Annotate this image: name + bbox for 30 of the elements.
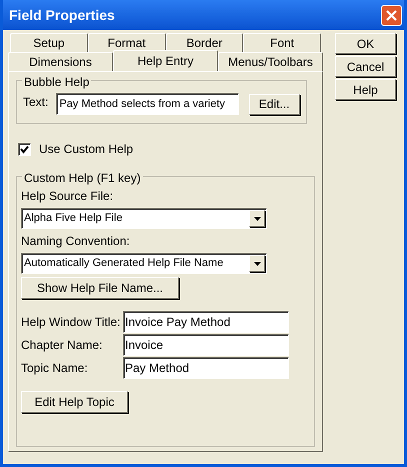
dialog-button[interactable]: OK [335,33,396,54]
edit-button[interactable]: Edit... [248,94,300,114]
field-label: Naming Convention: [21,233,131,250]
field-label: Text: [23,94,48,111]
dialog-button[interactable]: Help [335,79,396,100]
close-button[interactable] [381,4,402,26]
close-icon [386,10,397,20]
tab[interactable]: Dimensions [8,52,113,71]
help-source-dropdown[interactable]: Alpha Five Help File [21,208,267,229]
field-label: Topic Name: [21,360,89,377]
text-field[interactable]: Invoice [123,334,289,356]
tab[interactable]: Font [243,33,321,52]
checkbox[interactable] [18,142,31,156]
show-help-file-name-button[interactable]: Show Help File Name... [21,277,179,299]
text-field[interactable]: Pay Method [123,357,289,379]
field-label: Help Window Title: [21,314,122,331]
checkbox-label: Use Custom Help [39,141,134,158]
tab[interactable]: Format [88,33,166,52]
window-title: Field Properties [9,6,115,25]
dialog-button[interactable]: Cancel [335,56,396,77]
tab[interactable]: Menus/Toolbars [218,52,323,71]
naming-convention-dropdown[interactable]: Automatically Generated Help File Name [21,253,267,274]
field-label: Chapter Name: [21,337,104,354]
tab[interactable]: Setup [10,33,88,52]
text-field[interactable]: Invoice Pay Method [123,311,289,333]
tab[interactable]: Help Entry [113,50,218,71]
text-field[interactable]: Pay Method selects from a variety [56,93,239,115]
edit-help-topic-button[interactable]: Edit Help Topic [21,391,128,413]
tab[interactable]: Border [166,33,244,52]
field-label: Help Source File: [21,188,114,205]
